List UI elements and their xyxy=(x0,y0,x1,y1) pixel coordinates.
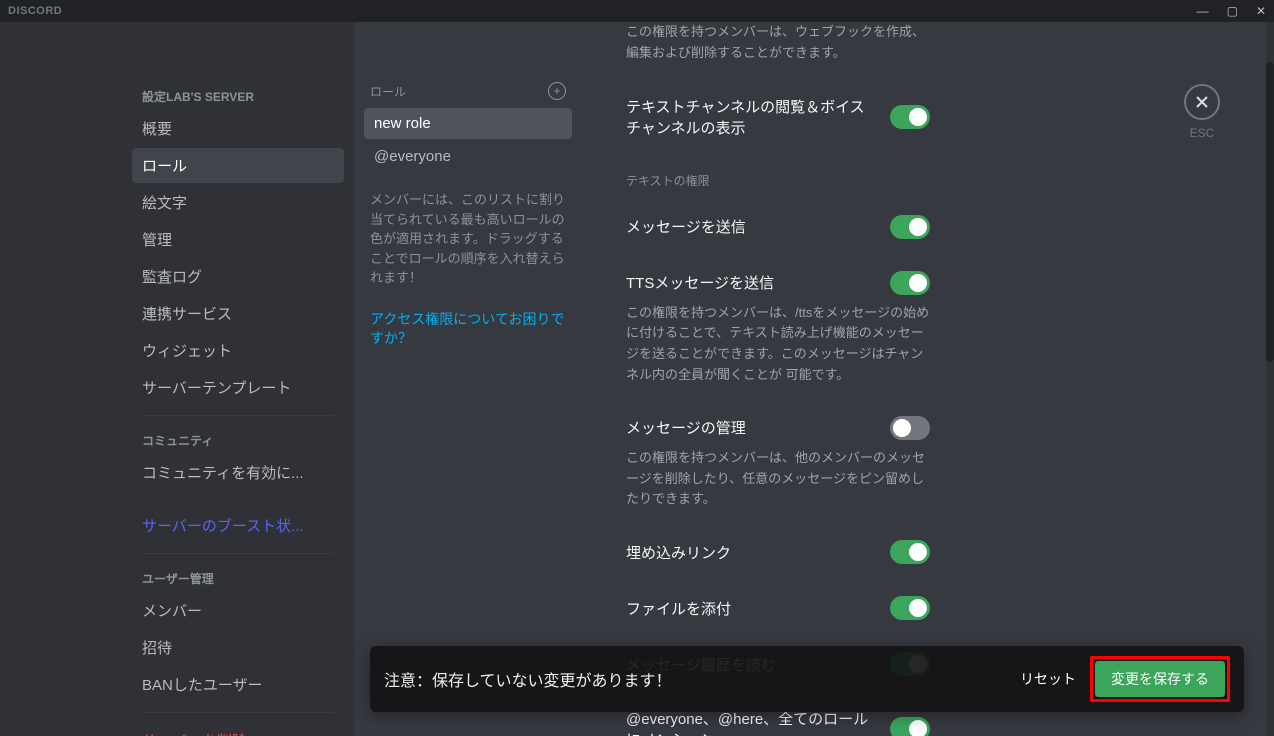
close-button[interactable] xyxy=(1184,84,1220,120)
sidebar-header-community: コミュニティ xyxy=(132,426,344,455)
sidebar-item-invites[interactable]: 招待 xyxy=(132,630,344,665)
reset-button[interactable]: リセット xyxy=(1020,669,1076,689)
perm-tts-desc: この権限を持つメンバーは、/ttsをメッセージの始めに付けることで、テキスト読み… xyxy=(626,303,930,386)
unsaved-message: 注意：保存していない変更があります！ xyxy=(384,667,672,691)
perm-webhook-desc: この権限を持つメンバーは、ウェブフックを作成、編集および削除することができます。 xyxy=(626,22,930,64)
perm-tts-toggle[interactable] xyxy=(890,271,930,295)
save-button[interactable]: 変更を保存する xyxy=(1095,661,1225,697)
sidebar-item-enable-community[interactable]: コミュニティを有効に... xyxy=(132,455,344,490)
right-scrollbar[interactable] xyxy=(1266,22,1274,736)
roles-help-link[interactable]: アクセス権限についてお困りですか？ xyxy=(364,296,572,363)
sidebar-item-members[interactable]: メンバー xyxy=(132,593,344,628)
sidebar-item-template[interactable]: サーバーテンプレート xyxy=(132,370,344,405)
perm-tts-title: TTSメッセージを送信 xyxy=(626,272,774,293)
role-item-everyone[interactable]: @everyone xyxy=(364,141,572,172)
window-minimize-icon[interactable]: — xyxy=(1197,4,1209,18)
titlebar: DISCORD — ▢ ✕ xyxy=(0,0,1274,22)
app-brand: DISCORD xyxy=(8,5,62,17)
perm-mention-toggle[interactable] xyxy=(890,717,930,736)
close-label: ESC xyxy=(1184,126,1220,140)
perm-send-toggle[interactable] xyxy=(890,215,930,239)
roles-header-label: ロール xyxy=(370,83,406,100)
perm-manage-title: メッセージの管理 xyxy=(626,417,746,438)
sidebar-item-emoji[interactable]: 絵文字 xyxy=(132,185,344,220)
settings-sidebar: 設定LAB'S SERVER 概要 ロール 絵文字 管理 監査ログ 連携サービス… xyxy=(122,22,354,736)
sidebar-header-usermgmt: ユーザー管理 xyxy=(132,564,344,593)
sidebar-item-delete-server[interactable]: サーバーを削除 xyxy=(132,723,344,736)
add-role-button[interactable]: + xyxy=(548,82,566,100)
perm-attach-toggle[interactable] xyxy=(890,596,930,620)
sidebar-item-overview[interactable]: 概要 xyxy=(132,111,344,146)
sidebar-item-boost[interactable]: サーバーのブースト状... xyxy=(132,508,344,543)
sidebar-item-moderation[interactable]: 管理 xyxy=(132,222,344,257)
perm-embed-toggle[interactable] xyxy=(890,540,930,564)
close-icon xyxy=(1194,94,1210,110)
perm-embed-title: 埋め込みリンク xyxy=(626,542,731,563)
sidebar-header-server: 設定LAB'S SERVER xyxy=(132,82,344,111)
perm-view-channels-toggle[interactable] xyxy=(890,105,930,129)
perm-attach-title: ファイルを添付 xyxy=(626,598,731,619)
perm-view-channels-title: テキストチャンネルの閲覧＆ボイスチャンネルの表示 xyxy=(626,96,876,138)
perm-mention-title: @everyone、@here、全てのロールにメンション xyxy=(626,708,876,736)
close-panel: ESC xyxy=(1184,84,1220,140)
sidebar-item-auditlog[interactable]: 監査ログ xyxy=(132,259,344,294)
roles-column: ロール + new role @everyone メンバーには、このリストに割り… xyxy=(354,22,586,736)
perm-section-text: テキストの権限 xyxy=(626,172,930,189)
window-close-icon[interactable]: ✕ xyxy=(1256,4,1266,18)
sidebar-item-widget[interactable]: ウィジェット xyxy=(132,333,344,368)
sidebar-item-integrations[interactable]: 連携サービス xyxy=(132,296,344,331)
unsaved-changes-bar: 注意：保存していない変更があります！ リセット 変更を保存する xyxy=(370,646,1244,712)
right-scrollbar-thumb[interactable] xyxy=(1266,62,1274,362)
role-item-new-role[interactable]: new role xyxy=(364,108,572,139)
perm-send-title: メッセージを送信 xyxy=(626,216,746,237)
perm-manage-toggle[interactable] xyxy=(890,416,930,440)
roles-note: メンバーには、このリストに割り当てられている最も高いロールの色が適用されます。ド… xyxy=(364,174,572,296)
sidebar-item-roles[interactable]: ロール xyxy=(132,148,344,183)
permissions-content: この権限を持つメンバーは、ウェブフックを作成、編集および削除することができます。… xyxy=(586,22,970,736)
window-maximize-icon[interactable]: ▢ xyxy=(1227,4,1238,18)
perm-manage-desc: この権限を持つメンバーは、他のメンバーのメッセージを削除したり、任意のメッセージ… xyxy=(626,448,930,510)
sidebar-item-bans[interactable]: BANしたユーザー xyxy=(132,667,344,702)
